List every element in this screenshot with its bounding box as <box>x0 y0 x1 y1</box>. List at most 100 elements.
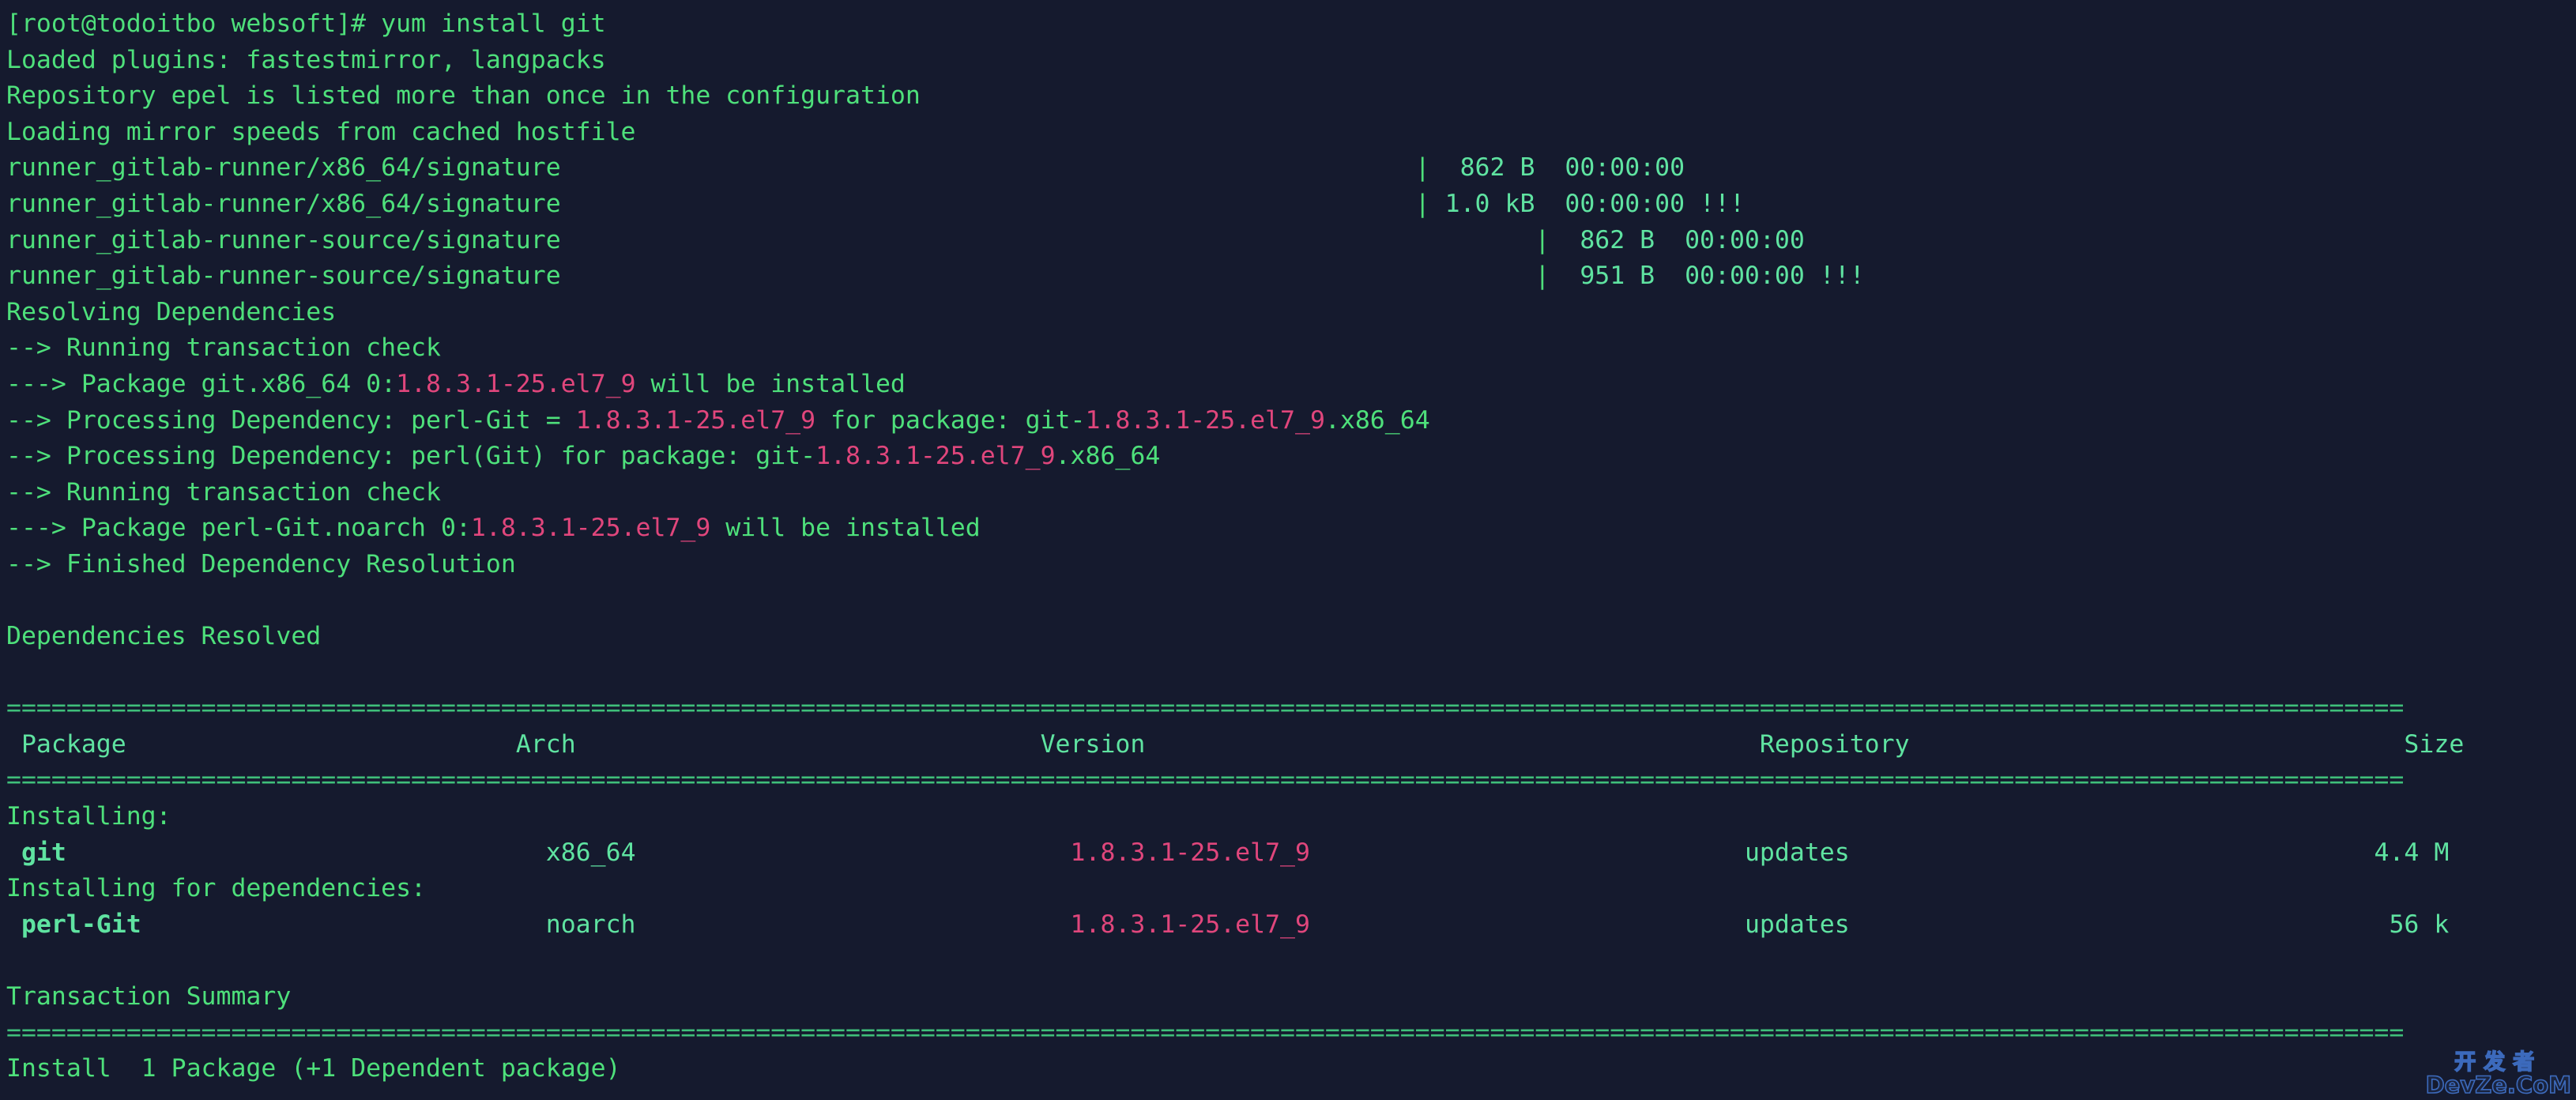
install-summary-line: Install 1 Package (+1 Dependent package) <box>6 1051 2576 1087</box>
shell-command: yum install git <box>381 9 606 38</box>
transaction-summary-title: Transaction Summary <box>6 979 2576 1015</box>
row-pad <box>1850 838 2375 867</box>
install-summary-text: Install 1 Package (+1 Dependent package) <box>6 1054 621 1083</box>
table-row: perl-Git noarch 1.8.3.1-25.el7_9 updates… <box>6 907 2576 944</box>
th-arch: Arch <box>515 729 576 759</box>
row-package: perl-Git <box>21 910 141 939</box>
output-resolving: Resolving Dependencies <box>6 295 2576 331</box>
output-package-perlgit: ---> Package perl-Git.noarch 0:1.8.3.1-2… <box>6 510 2576 547</box>
mirror-pad <box>561 262 1535 290</box>
output-package-git: ---> Package git.x86_64 0:1.8.3.1-25.el7… <box>6 367 2576 403</box>
section-dependencies-label: Installing for dependencies: <box>6 874 427 903</box>
dep1-version2: 1.8.3.1-25.el7_9 <box>1085 405 1325 435</box>
mirror-name: runner_gitlab-runner/x86_64/signature <box>6 153 561 183</box>
th-pad <box>6 730 21 759</box>
dep1-mid: for package: git- <box>815 405 1086 435</box>
row-pad <box>1310 910 1745 939</box>
running-check-text: --> Running transaction check <box>6 333 441 363</box>
output-finished: --> Finished Dependency Resolution <box>6 547 2576 583</box>
dep2-suffix: .x86_64 <box>1055 442 1161 471</box>
mirror-gap2 <box>1685 153 1700 182</box>
mirror-time: 00:00:00 <box>1565 189 1685 218</box>
mirror-pad <box>561 226 1535 254</box>
separator-text: ========================================… <box>6 1018 2405 1047</box>
dep2-prefix: --> Processing Dependency: perl(Git) for… <box>6 442 816 471</box>
mirror-gap <box>1655 226 1685 254</box>
mirror-sizepad <box>1550 262 1580 290</box>
mirror-gap2 <box>1685 190 1700 218</box>
pkg-perlgit-suffix: will be installed <box>710 514 981 543</box>
th-pad <box>1145 730 1760 759</box>
mirror-sizepad <box>1430 153 1460 182</box>
output-running-check-2: --> Running transaction check <box>6 475 2576 511</box>
row-pad <box>141 910 546 939</box>
row-package: git <box>21 838 66 867</box>
row-pad <box>66 838 546 867</box>
th-version: Version <box>1040 729 1146 759</box>
row-size: 4.4 M <box>2374 838 2450 867</box>
row-pad <box>1310 838 1745 867</box>
mirror-size: 1.0 kB <box>1444 189 1535 218</box>
pkg-git-version: 1.8.3.1-25.el7_9 <box>396 369 636 398</box>
section-installing-label: Installing: <box>6 802 171 831</box>
table-separator-top: ========================================… <box>6 691 2576 727</box>
th-size: Size <box>2404 729 2465 759</box>
mirror-name: runner_gitlab-runner-source/signature <box>6 225 561 254</box>
finished-text: --> Finished Dependency Resolution <box>6 549 516 578</box>
mirror-size: 951 B <box>1580 262 1655 291</box>
row-version: 1.8.3.1-25.el7_9 <box>1070 838 1310 867</box>
prompt-line: [root@todoitbo websoft]# yum install git <box>6 6 2576 43</box>
pkg-perlgit-prefix: ---> Package perl-Git.noarch 0: <box>6 514 471 543</box>
repo-warning-text: Repository epel is listed more than once… <box>6 81 921 111</box>
mirror-name: runner_gitlab-runner-source/signature <box>6 262 561 291</box>
mirror-size: 862 B <box>1580 225 1655 254</box>
output-loading-mirror: Loading mirror speeds from cached hostfi… <box>6 115 2576 151</box>
pkg-git-suffix: will be installed <box>635 369 906 398</box>
dependencies-resolved-text: Dependencies Resolved <box>6 622 322 651</box>
row-size: 56 k <box>2389 910 2450 939</box>
row-version: 1.8.3.1-25.el7_9 <box>1070 910 1310 939</box>
pkg-perlgit-version: 1.8.3.1-25.el7_9 <box>470 514 711 543</box>
row-arch: x86_64 <box>545 838 636 867</box>
resolving-text: Resolving Dependencies <box>6 297 337 326</box>
loading-mirror-text: Loading mirror speeds from cached hostfi… <box>6 117 636 146</box>
dep2-version: 1.8.3.1-25.el7_9 <box>815 442 1056 471</box>
row-pad <box>1850 910 2390 939</box>
row-repository: updates <box>1744 910 1850 939</box>
output-repo-warning: Repository epel is listed more than once… <box>6 78 2576 115</box>
row-arch: noarch <box>545 910 636 939</box>
summary-title-text: Transaction Summary <box>6 982 292 1011</box>
mirror-row: runner_gitlab-runner-source/signature | … <box>6 223 2576 259</box>
mirror-flag: !!! <box>1819 262 1865 291</box>
mirror-flag: !!! <box>1700 189 1745 218</box>
table-separator-summary: ========================================… <box>6 1015 2576 1052</box>
shell-prompt: [root@todoitbo websoft]# <box>6 9 382 38</box>
separator-text: ========================================… <box>6 694 2405 723</box>
mirror-time: 00:00:00 <box>1685 262 1805 291</box>
mirror-pipe: | <box>1414 189 1430 218</box>
mirror-pipe: | <box>1535 262 1550 291</box>
mirror-pipe: | <box>1414 153 1430 183</box>
mirror-gap <box>1655 262 1685 290</box>
mirror-pipe: | <box>1535 225 1550 254</box>
mirror-sizepad <box>1430 190 1445 218</box>
mirror-gap <box>1535 153 1565 182</box>
output-dependency-perlgitmodule: --> Processing Dependency: perl(Git) for… <box>6 439 2576 475</box>
table-header-row: Package Arch Version Repository Size <box>6 727 2576 763</box>
pkg-git-prefix: ---> Package git.x86_64 0: <box>6 369 397 398</box>
mirror-name: runner_gitlab-runner/x86_64/signature <box>6 189 561 218</box>
terminal-window: [root@todoitbo websoft]# yum install git… <box>0 0 2576 1100</box>
output-dependency-perlgit: --> Processing Dependency: perl-Git = 1.… <box>6 403 2576 439</box>
th-package: Package <box>21 729 126 759</box>
table-row: git x86_64 1.8.3.1-25.el7_9 updates 4.4 … <box>6 835 2576 872</box>
dep1-version: 1.8.3.1-25.el7_9 <box>575 405 816 435</box>
th-pad <box>576 730 1041 759</box>
dep1-prefix: --> Processing Dependency: perl-Git = <box>6 405 576 435</box>
mirror-row: runner_gitlab-runner/x86_64/signature | … <box>6 186 2576 223</box>
th-pad <box>1910 730 2405 759</box>
mirror-pad <box>561 190 1415 218</box>
row-pad <box>636 838 1071 867</box>
